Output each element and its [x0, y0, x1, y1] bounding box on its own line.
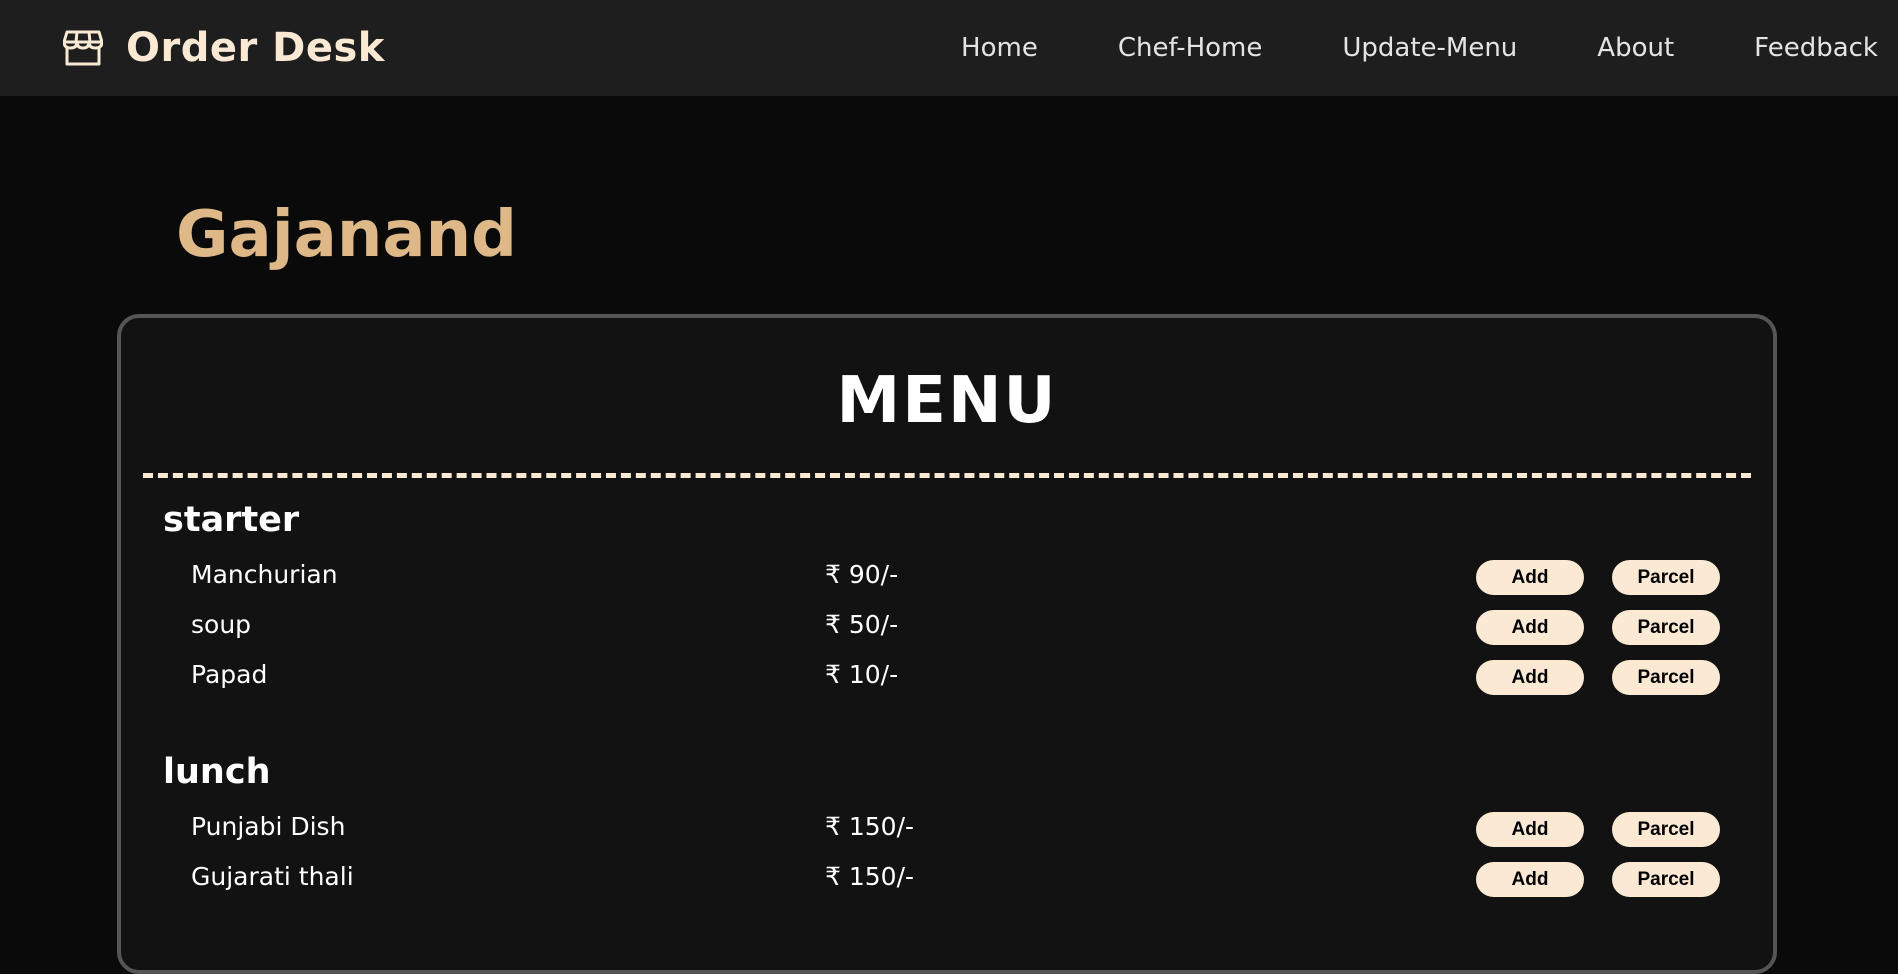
restaurant-name: Gajanand — [176, 198, 517, 272]
menu-title: MENU — [836, 364, 1058, 438]
parcel-button[interactable]: Parcel — [1612, 660, 1720, 695]
category-title: lunch — [163, 752, 271, 792]
nav-about-link[interactable]: About — [1597, 33, 1674, 63]
add-button[interactable]: Add — [1476, 660, 1584, 695]
storefront-icon — [60, 25, 106, 71]
brand-title: Order Desk — [126, 25, 385, 71]
category-title: starter — [163, 500, 300, 540]
nav-home-link[interactable]: Home — [961, 33, 1038, 63]
parcel-button[interactable]: Parcel — [1612, 610, 1720, 645]
item-price: ₹ 90/- — [825, 560, 899, 589]
item-name: soup — [191, 610, 252, 639]
parcel-button[interactable]: Parcel — [1612, 560, 1720, 595]
menu-item-row: Punjabi Dish ₹ 150/- Add Parcel — [163, 804, 1723, 854]
add-button[interactable]: Add — [1476, 812, 1584, 847]
nav-links: Home Chef-Home Update-Menu About Feedbac… — [881, 0, 1878, 96]
nav-chef-home-link[interactable]: Chef-Home — [1118, 33, 1263, 63]
item-name: Papad — [191, 660, 268, 689]
nav-feedback-link[interactable]: Feedback — [1754, 33, 1878, 63]
item-price: ₹ 50/- — [825, 610, 899, 639]
brand[interactable]: Order Desk — [60, 22, 385, 74]
category-lunch: lunch Punjabi Dish ₹ 150/- Add Parcel Gu… — [163, 750, 1723, 904]
menu-card: MENU starter Manchurian ₹ 90/- Add Parce… — [117, 314, 1777, 974]
item-price: ₹ 150/- — [825, 862, 915, 891]
menu-divider — [143, 473, 1751, 478]
menu-item-row: Manchurian ₹ 90/- Add Parcel — [163, 552, 1723, 602]
menu-item-row: soup ₹ 50/- Add Parcel — [163, 602, 1723, 652]
parcel-button[interactable]: Parcel — [1612, 812, 1720, 847]
menu-item-row: Gujarati thali ₹ 150/- Add Parcel — [163, 854, 1723, 904]
item-name: Punjabi Dish — [191, 812, 346, 841]
category-starter: starter Manchurian ₹ 90/- Add Parcel sou… — [163, 498, 1723, 702]
nav-update-menu-link[interactable]: Update-Menu — [1342, 33, 1517, 63]
menu-item-row: Papad ₹ 10/- Add Parcel — [163, 652, 1723, 702]
add-button[interactable]: Add — [1476, 862, 1584, 897]
add-button[interactable]: Add — [1476, 610, 1584, 645]
parcel-button[interactable]: Parcel — [1612, 862, 1720, 897]
add-button[interactable]: Add — [1476, 560, 1584, 595]
item-name: Gujarati thali — [191, 862, 354, 891]
navbar: Order Desk Home Chef-Home Update-Menu Ab… — [0, 0, 1898, 96]
item-price: ₹ 10/- — [825, 660, 899, 689]
item-name: Manchurian — [191, 560, 338, 589]
item-price: ₹ 150/- — [825, 812, 915, 841]
